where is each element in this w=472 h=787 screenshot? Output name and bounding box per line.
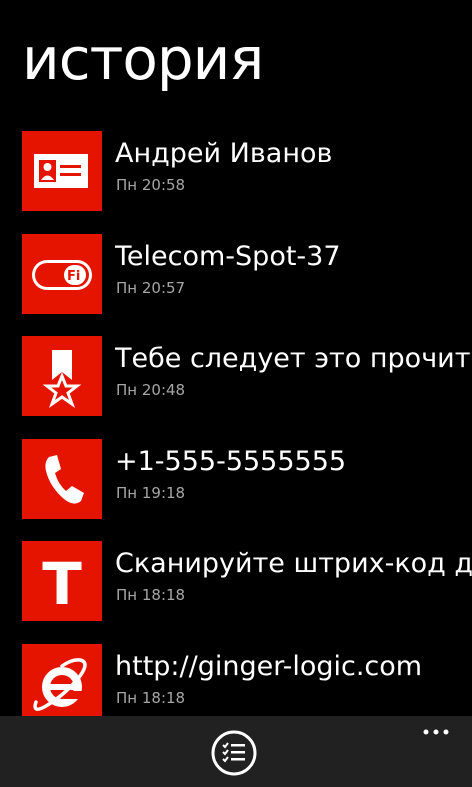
item-time: Пн 18:18 [116, 689, 186, 707]
internet-explorer-icon [22, 644, 102, 724]
item-time: Пн 19:18 [116, 484, 186, 502]
ellipsis-icon[interactable] [416, 720, 456, 744]
text-icon: T [22, 541, 102, 621]
item-title: http://ginger-logic.com [115, 651, 423, 682]
list-item[interactable]: http://ginger-logic.com Пн 18:18 [0, 644, 472, 724]
list-item[interactable]: Тебе следует это прочитать Пн 20:48 [0, 336, 472, 416]
wifi-label: Wi Fi [44, 269, 81, 284]
page-title: история [22, 25, 264, 93]
wifi-icon: Wi Fi [22, 234, 102, 314]
item-time: Пн 18:18 [116, 586, 186, 604]
item-title: Telecom-Spot-37 [115, 241, 341, 272]
checklist-icon[interactable] [210, 729, 258, 777]
item-title: Андрей Иванов [115, 138, 333, 169]
app-bar [0, 716, 472, 787]
item-time: Пн 20:48 [116, 381, 186, 399]
list-item[interactable]: Wi Fi Telecom-Spot-37 Пн 20:57 [0, 234, 472, 314]
text-glyph: T [42, 550, 82, 618]
bookmark-star-icon [22, 336, 102, 416]
item-time: Пн 20:58 [116, 176, 186, 194]
contact-card-icon [22, 131, 102, 211]
phone-icon [22, 439, 102, 519]
item-title: Тебе следует это прочитать [115, 343, 472, 374]
item-title: Сканируйте штрих-код для [115, 548, 472, 579]
item-time: Пн 20:57 [116, 279, 186, 297]
list-item[interactable]: +1-555-5555555 Пн 19:18 [0, 439, 472, 519]
item-title: +1-555-5555555 [115, 446, 347, 477]
list-item[interactable]: Андрей Иванов Пн 20:58 [0, 131, 472, 211]
list-item[interactable]: T Сканируйте штрих-код для Пн 18:18 [0, 541, 472, 621]
